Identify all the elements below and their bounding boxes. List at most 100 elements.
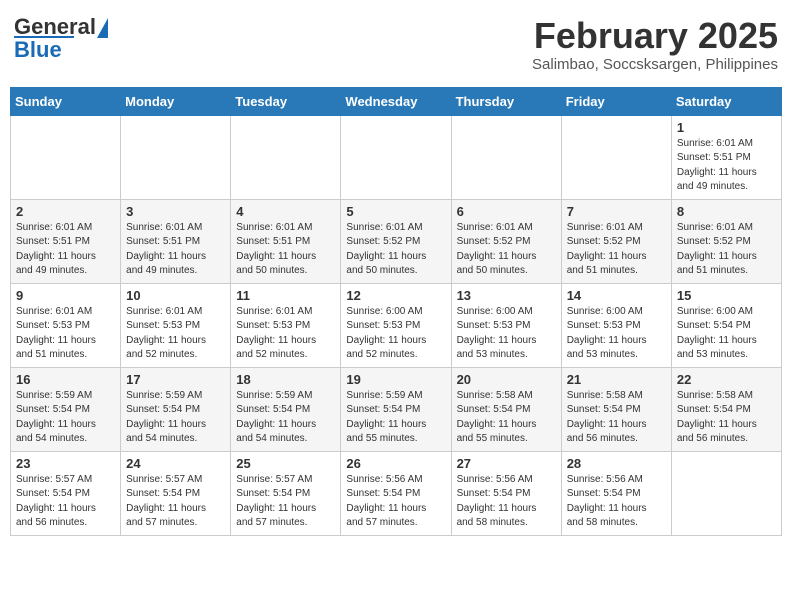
day-number: 4 (236, 204, 335, 219)
day-number: 20 (457, 372, 556, 387)
calendar-day-cell: 16 Sunrise: 5:59 AM Sunset: 5:54 PM Dayli… (11, 367, 121, 451)
logo-blue-text: Blue (14, 36, 74, 61)
day-info: Sunrise: 5:58 AM Sunset: 5:54 PM Dayligh… (567, 389, 666, 447)
day-info: Sunrise: 5:56 AM Sunset: 5:54 PM Dayligh… (346, 473, 445, 531)
day-number: 22 (677, 372, 776, 387)
day-of-week-header: Wednesday (341, 87, 451, 115)
day-number: 8 (677, 204, 776, 219)
calendar-day-cell: 13 Sunrise: 6:00 AM Sunset: 5:53 PM Dayli… (451, 283, 561, 367)
calendar-day-cell: 22 Sunrise: 5:58 AM Sunset: 5:54 PM Dayli… (671, 367, 781, 451)
calendar-day-cell: 24 Sunrise: 5:57 AM Sunset: 5:54 PM Dayli… (121, 451, 231, 535)
day-info: Sunrise: 5:57 AM Sunset: 5:54 PM Dayligh… (126, 473, 225, 531)
day-info: Sunrise: 6:00 AM Sunset: 5:54 PM Dayligh… (677, 305, 776, 363)
day-number: 13 (457, 288, 556, 303)
day-number: 9 (16, 288, 115, 303)
day-info: Sunrise: 6:00 AM Sunset: 5:53 PM Dayligh… (567, 305, 666, 363)
calendar-week-row: 9 Sunrise: 6:01 AM Sunset: 5:53 PM Daylig… (11, 283, 782, 367)
day-info: Sunrise: 6:00 AM Sunset: 5:53 PM Dayligh… (346, 305, 445, 363)
day-number: 10 (126, 288, 225, 303)
calendar-day-cell: 17 Sunrise: 5:59 AM Sunset: 5:54 PM Dayli… (121, 367, 231, 451)
calendar-day-cell: 23 Sunrise: 5:57 AM Sunset: 5:54 PM Dayli… (11, 451, 121, 535)
day-info: Sunrise: 5:57 AM Sunset: 5:54 PM Dayligh… (236, 473, 335, 531)
day-number: 18 (236, 372, 335, 387)
day-info: Sunrise: 5:58 AM Sunset: 5:54 PM Dayligh… (457, 389, 556, 447)
day-of-week-header: Thursday (451, 87, 561, 115)
day-number: 14 (567, 288, 666, 303)
calendar-day-cell: 9 Sunrise: 6:01 AM Sunset: 5:53 PM Daylig… (11, 283, 121, 367)
day-info: Sunrise: 6:01 AM Sunset: 5:52 PM Dayligh… (457, 221, 556, 279)
calendar-day-cell (11, 115, 121, 199)
day-of-week-header: Monday (121, 87, 231, 115)
day-info: Sunrise: 5:56 AM Sunset: 5:54 PM Dayligh… (567, 473, 666, 531)
calendar-day-cell: 20 Sunrise: 5:58 AM Sunset: 5:54 PM Dayli… (451, 367, 561, 451)
day-of-week-header: Tuesday (231, 87, 341, 115)
day-info: Sunrise: 6:01 AM Sunset: 5:51 PM Dayligh… (236, 221, 335, 279)
calendar-day-cell: 5 Sunrise: 6:01 AM Sunset: 5:52 PM Daylig… (341, 199, 451, 283)
day-info: Sunrise: 6:01 AM Sunset: 5:53 PM Dayligh… (236, 305, 335, 363)
day-info: Sunrise: 5:57 AM Sunset: 5:54 PM Dayligh… (16, 473, 115, 531)
calendar-day-cell (231, 115, 341, 199)
calendar-day-cell: 26 Sunrise: 5:56 AM Sunset: 5:54 PM Dayli… (341, 451, 451, 535)
day-info: Sunrise: 5:56 AM Sunset: 5:54 PM Dayligh… (457, 473, 556, 531)
day-number: 16 (16, 372, 115, 387)
calendar-day-cell: 1 Sunrise: 6:01 AM Sunset: 5:51 PM Daylig… (671, 115, 781, 199)
day-number: 23 (16, 456, 115, 471)
day-info: Sunrise: 6:01 AM Sunset: 5:52 PM Dayligh… (346, 221, 445, 279)
calendar-day-cell: 12 Sunrise: 6:00 AM Sunset: 5:53 PM Dayli… (341, 283, 451, 367)
calendar-day-cell: 25 Sunrise: 5:57 AM Sunset: 5:54 PM Dayli… (231, 451, 341, 535)
calendar-day-cell: 10Sunrise: 6:01 AM Sunset: 5:53 PM Dayli… (121, 283, 231, 367)
calendar-day-cell: 28 Sunrise: 5:56 AM Sunset: 5:54 PM Dayli… (561, 451, 671, 535)
day-number: 12 (346, 288, 445, 303)
calendar-day-cell (561, 115, 671, 199)
day-info: Sunrise: 6:01 AM Sunset: 5:51 PM Dayligh… (126, 221, 225, 279)
day-info: Sunrise: 5:58 AM Sunset: 5:54 PM Dayligh… (677, 389, 776, 447)
day-number: 26 (346, 456, 445, 471)
calendar-day-cell: 3 Sunrise: 6:01 AM Sunset: 5:51 PM Daylig… (121, 199, 231, 283)
day-info: Sunrise: 5:59 AM Sunset: 5:54 PM Dayligh… (126, 389, 225, 447)
calendar-day-cell: 8Sunrise: 6:01 AM Sunset: 5:52 PM Daylig… (671, 199, 781, 283)
day-number: 6 (457, 204, 556, 219)
day-number: 19 (346, 372, 445, 387)
calendar-week-row: 2 Sunrise: 6:01 AM Sunset: 5:51 PM Daylig… (11, 199, 782, 283)
calendar-day-cell (341, 115, 451, 199)
day-number: 1 (677, 120, 776, 135)
day-info: Sunrise: 5:59 AM Sunset: 5:54 PM Dayligh… (236, 389, 335, 447)
month-title: February 2025 (532, 16, 778, 56)
day-of-week-header: Friday (561, 87, 671, 115)
calendar-table: SundayMondayTuesdayWednesdayThursdayFrid… (10, 87, 782, 536)
day-number: 5 (346, 204, 445, 219)
calendar-day-cell: 19 Sunrise: 5:59 AM Sunset: 5:54 PM Dayli… (341, 367, 451, 451)
day-info: Sunrise: 6:01 AM Sunset: 5:51 PM Dayligh… (16, 221, 115, 279)
logo-triangle-icon (97, 18, 108, 38)
day-number: 17 (126, 372, 225, 387)
day-number: 25 (236, 456, 335, 471)
title-area: February 2025 Salimbao, Soccsksargen, Ph… (532, 16, 778, 73)
calendar-week-row: 16 Sunrise: 5:59 AM Sunset: 5:54 PM Dayli… (11, 367, 782, 451)
calendar-day-cell: 6 Sunrise: 6:01 AM Sunset: 5:52 PM Daylig… (451, 199, 561, 283)
location-subtitle: Salimbao, Soccsksargen, Philippines (532, 56, 778, 73)
day-number: 11 (236, 288, 335, 303)
calendar-day-cell: 7Sunrise: 6:01 AM Sunset: 5:52 PM Daylig… (561, 199, 671, 283)
day-info: Sunrise: 6:01 AM Sunset: 5:52 PM Dayligh… (567, 221, 666, 279)
calendar-day-cell: 21 Sunrise: 5:58 AM Sunset: 5:54 PM Dayli… (561, 367, 671, 451)
calendar-day-cell: 27Sunrise: 5:56 AM Sunset: 5:54 PM Dayli… (451, 451, 561, 535)
day-info: Sunrise: 6:01 AM Sunset: 5:53 PM Dayligh… (16, 305, 115, 363)
page-header: General Blue February 2025 Salimbao, Soc… (10, 10, 782, 79)
day-number: 24 (126, 456, 225, 471)
logo: General Blue (14, 16, 108, 61)
day-number: 2 (16, 204, 115, 219)
day-info: Sunrise: 5:59 AM Sunset: 5:54 PM Dayligh… (16, 389, 115, 447)
calendar-week-row: 23 Sunrise: 5:57 AM Sunset: 5:54 PM Dayli… (11, 451, 782, 535)
day-info: Sunrise: 6:01 AM Sunset: 5:51 PM Dayligh… (677, 137, 776, 195)
day-number: 3 (126, 204, 225, 219)
day-number: 28 (567, 456, 666, 471)
calendar-day-cell: 2 Sunrise: 6:01 AM Sunset: 5:51 PM Daylig… (11, 199, 121, 283)
day-number: 21 (567, 372, 666, 387)
day-info: Sunrise: 6:00 AM Sunset: 5:53 PM Dayligh… (457, 305, 556, 363)
calendar-day-cell: 18 Sunrise: 5:59 AM Sunset: 5:54 PM Dayli… (231, 367, 341, 451)
day-number: 15 (677, 288, 776, 303)
day-info: Sunrise: 5:59 AM Sunset: 5:54 PM Dayligh… (346, 389, 445, 447)
calendar-day-cell: 11 Sunrise: 6:01 AM Sunset: 5:53 PM Dayli… (231, 283, 341, 367)
calendar-day-cell: 15 Sunrise: 6:00 AM Sunset: 5:54 PM Dayli… (671, 283, 781, 367)
calendar-week-row: 1 Sunrise: 6:01 AM Sunset: 5:51 PM Daylig… (11, 115, 782, 199)
